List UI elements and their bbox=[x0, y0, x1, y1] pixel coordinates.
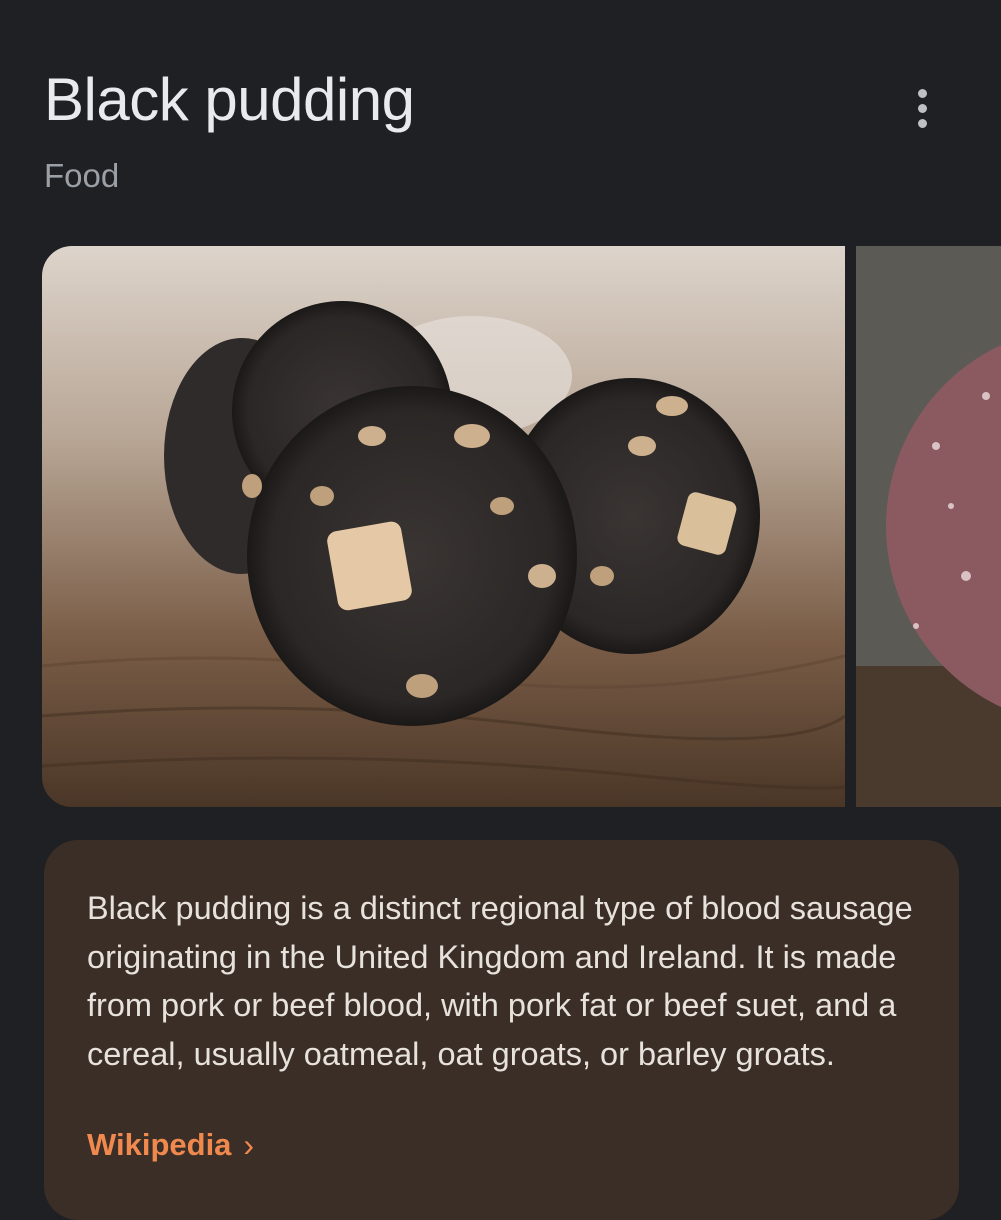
wikipedia-link[interactable]: Wikipedia › bbox=[87, 1125, 254, 1165]
black-pudding-image[interactable] bbox=[42, 246, 845, 807]
wikipedia-link-label: Wikipedia bbox=[87, 1127, 232, 1162]
more-options-button[interactable] bbox=[896, 82, 948, 134]
description-card: Black pudding is a distinct regional typ… bbox=[44, 840, 959, 1220]
more-vert-icon bbox=[917, 88, 927, 98]
image-carousel[interactable] bbox=[42, 246, 1001, 808]
page-title: Black pudding bbox=[44, 66, 415, 133]
description-text: Black pudding is a distinct regional typ… bbox=[87, 890, 913, 1072]
blood-sausage-image[interactable] bbox=[856, 246, 1001, 807]
chevron-right-icon: › bbox=[243, 1127, 255, 1163]
entity-type: Food bbox=[44, 157, 120, 194]
